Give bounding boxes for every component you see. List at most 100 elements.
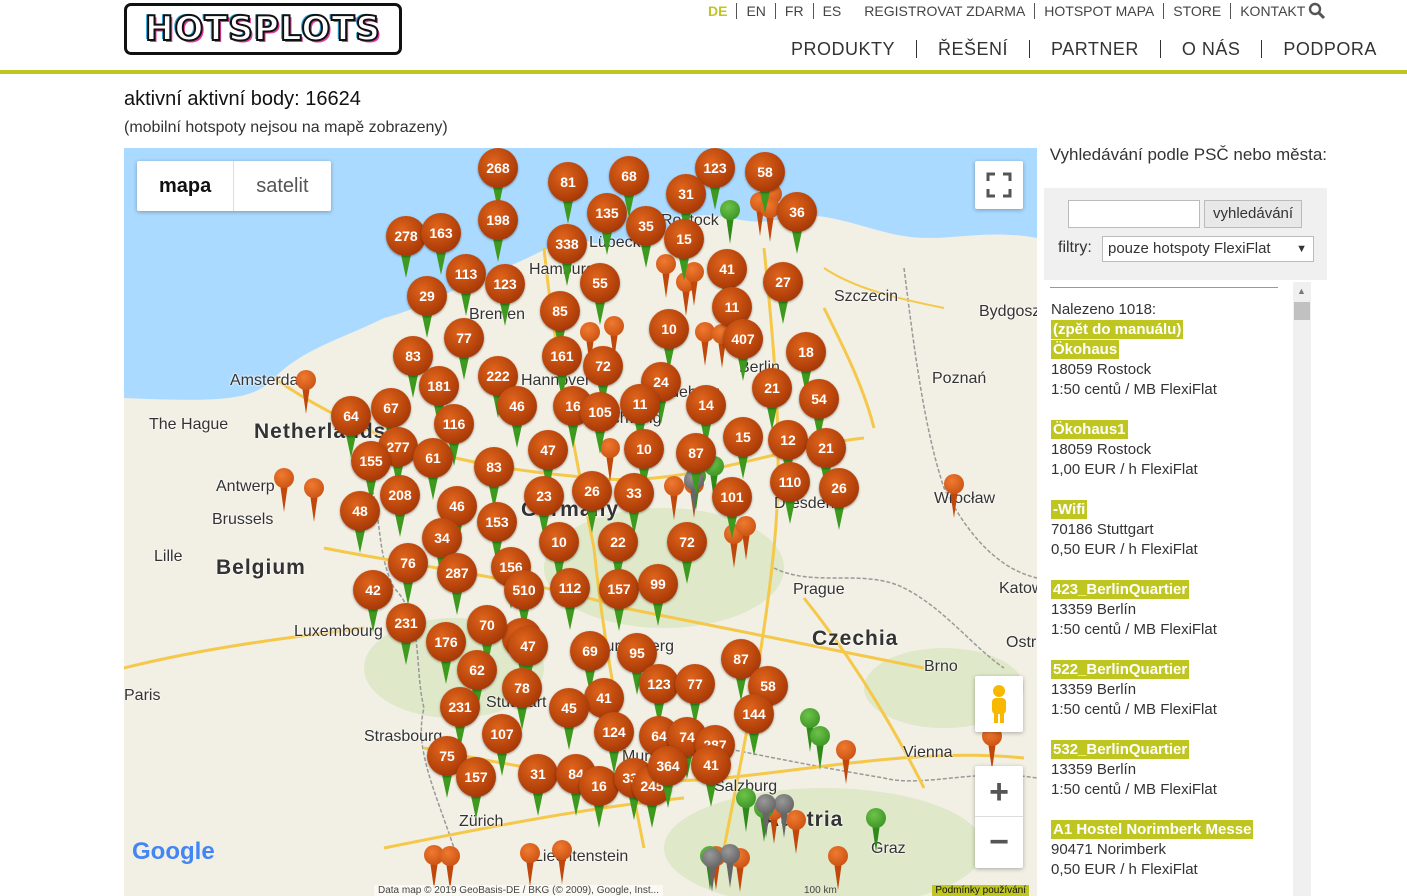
store-link[interactable]: STORE	[1163, 3, 1230, 19]
cluster-marker[interactable]: 15	[664, 219, 704, 283]
cluster-marker[interactable]: 29	[407, 276, 447, 340]
cluster-marker[interactable]: 41	[691, 745, 731, 809]
cluster-marker[interactable]: 87	[676, 433, 716, 497]
cluster-marker[interactable]: 31	[518, 754, 558, 818]
cluster-marker[interactable]: 110	[770, 462, 810, 526]
page-title: aktivní aktivní body: 16624	[124, 88, 361, 110]
filter-label: filtry:	[1058, 239, 1092, 256]
hotspot-marker[interactable]	[944, 474, 964, 520]
result-name-link[interactable]: -Wifi	[1051, 500, 1088, 519]
lang-es-link[interactable]: ES	[812, 3, 851, 19]
street-view-pegman[interactable]	[975, 676, 1023, 732]
cluster-marker[interactable]: 99	[638, 564, 678, 628]
zoom-out-button[interactable]: −	[975, 817, 1023, 867]
cluster-marker[interactable]: 208	[380, 475, 420, 539]
cluster-count: 77	[675, 664, 715, 704]
cluster-count: 34	[422, 518, 462, 558]
cluster-marker[interactable]: 112	[550, 568, 590, 632]
hotspot-marker[interactable]	[274, 468, 294, 514]
hotspot-marker[interactable]	[520, 843, 540, 889]
cluster-marker[interactable]: 364	[648, 746, 688, 810]
back-to-manual-link[interactable]: (zpět do manuálu)	[1051, 320, 1184, 339]
hotspot-marker[interactable]	[552, 840, 572, 886]
search-label: Vyhledávání podle PSČ nebo města:	[1049, 145, 1327, 164]
scroll-up-icon[interactable]: ▲	[1297, 286, 1306, 296]
hotspot-marker[interactable]	[304, 478, 324, 524]
zoom-in-button[interactable]: +	[975, 767, 1023, 817]
cluster-marker[interactable]: 101	[712, 477, 752, 541]
cluster-marker[interactable]: 81	[548, 162, 588, 226]
search-button[interactable]: vyhledávání	[1204, 200, 1303, 228]
lang-fr-link[interactable]: FR	[774, 3, 813, 19]
result-city: 13359 Berlín	[1051, 601, 1137, 618]
fullscreen-button[interactable]	[975, 161, 1023, 209]
hotspot-marker[interactable]	[736, 788, 756, 834]
map-type-satelit-button[interactable]: satelit	[234, 161, 330, 211]
map-terms-link[interactable]: Podmínky používání	[932, 885, 1029, 896]
contact-link[interactable]: KONTAKT	[1230, 3, 1314, 19]
result-price: 0,50 EUR / h FlexiFlat	[1051, 861, 1198, 878]
postcode-search-input[interactable]	[1068, 200, 1200, 228]
cluster-marker[interactable]: 135	[587, 193, 627, 257]
filter-select[interactable]: pouze hotspoty FlexiFlat ▼	[1102, 236, 1314, 262]
cluster-marker[interactable]: 144	[734, 694, 774, 758]
cluster-marker[interactable]: 278	[386, 216, 426, 280]
result-name-link[interactable]: 532_BerlinQuartier	[1051, 740, 1190, 759]
hotsplots-logo[interactable]: HOTSPLOTS	[124, 3, 402, 55]
nav-reseni[interactable]: ŘEŠENÍ	[916, 40, 1029, 58]
hotspot-marker[interactable]	[774, 794, 794, 840]
cluster-marker[interactable]: 35	[626, 206, 666, 270]
result-name-link[interactable]: 423_BerlinQuartier	[1051, 580, 1190, 599]
nav-partner[interactable]: PARTNER	[1029, 40, 1160, 58]
lang-de-link[interactable]: DE	[699, 3, 736, 19]
cluster-marker[interactable]: 157	[599, 569, 639, 633]
cluster-marker[interactable]: 113	[446, 254, 486, 318]
scrollbar-thumb[interactable]	[1294, 302, 1310, 320]
results-scrollbar[interactable]: ▲	[1293, 282, 1311, 896]
nav-podpora[interactable]: PODPORA	[1261, 40, 1398, 58]
cluster-count: 26	[819, 468, 859, 508]
cluster-marker[interactable]: 16	[579, 766, 619, 830]
cluster-count: 135	[587, 193, 627, 233]
cluster-count: 78	[502, 668, 542, 708]
cluster-marker[interactable]: 15	[723, 417, 763, 481]
cluster-count: 99	[638, 564, 678, 604]
result-price: 1:50 centů / MB FlexiFlat	[1051, 381, 1217, 398]
nav-produkty[interactable]: PRODUKTY	[770, 40, 916, 58]
cluster-marker[interactable]: 26	[819, 468, 859, 532]
cluster-marker[interactable]: 105	[580, 392, 620, 456]
map-type-mapa-button[interactable]: mapa	[137, 161, 235, 211]
result-name-link[interactable]: 522_BerlinQuartier	[1051, 660, 1190, 679]
cluster-count: 85	[540, 291, 580, 331]
register-link[interactable]: REGISTROVAT ZDARMA	[850, 3, 1034, 19]
result-name-link[interactable]: Ökohaus1	[1051, 420, 1128, 439]
hotspot-marker[interactable]	[836, 740, 856, 786]
cluster-marker[interactable]: 123	[485, 264, 525, 328]
cluster-marker[interactable]: 27	[763, 262, 803, 326]
search-icon[interactable]	[1308, 2, 1326, 20]
cluster-count: 110	[770, 462, 810, 502]
hotspot-marker[interactable]	[810, 726, 830, 772]
hotspot-marker[interactable]	[720, 844, 740, 890]
cluster-count: 15	[723, 417, 763, 457]
nav-o-nas[interactable]: O NÁS	[1159, 40, 1262, 58]
hotspot-marker[interactable]	[296, 370, 316, 416]
cluster-marker[interactable]: 157	[456, 757, 496, 821]
cluster-marker[interactable]: 55	[580, 263, 620, 327]
cluster-marker[interactable]: 48	[340, 491, 380, 555]
cluster-marker[interactable]: 76	[388, 543, 428, 607]
hotspot-map-link[interactable]: HOTSPOT MAPA	[1034, 3, 1163, 19]
cluster-marker[interactable]: 231	[386, 603, 426, 667]
cluster-count: 31	[666, 174, 706, 214]
hotspot-map[interactable]: Amsterdam The Hague Antwerp Brussels Lille Lu…	[124, 148, 1037, 896]
cluster-marker[interactable]: 45	[549, 688, 589, 752]
result-name-link[interactable]: Ökohaus	[1051, 340, 1120, 359]
lang-en-link[interactable]: EN	[736, 3, 774, 19]
cluster-marker[interactable]: 36	[777, 192, 817, 256]
hotspot-marker[interactable]	[756, 794, 776, 840]
cluster-count: 10	[649, 309, 689, 349]
result-name-link[interactable]: A1 Hostel Norimberk Messe	[1051, 820, 1254, 839]
hotspot-marker[interactable]	[702, 848, 722, 894]
cluster-count: 21	[752, 368, 792, 408]
hotspot-marker[interactable]	[866, 808, 886, 854]
